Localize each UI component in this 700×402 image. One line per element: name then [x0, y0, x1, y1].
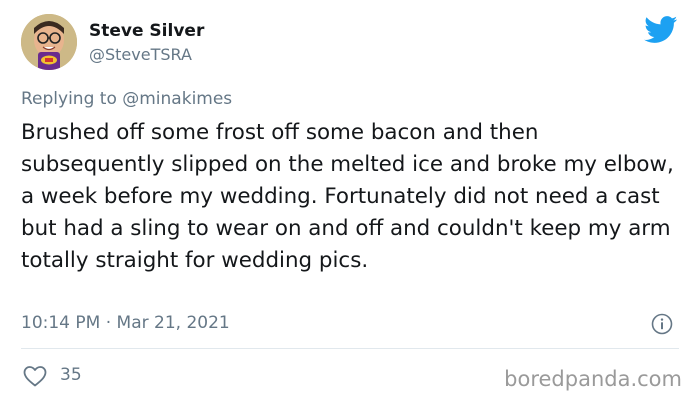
avatar[interactable] [21, 14, 77, 70]
info-icon[interactable] [651, 313, 673, 335]
meta-separator: · [100, 313, 117, 333]
divider [21, 348, 679, 349]
tweet-text: Brushed off some frost off some bacon an… [21, 120, 674, 273]
replying-to: Replying to @minakimes [21, 88, 232, 110]
author-handle[interactable]: @SteveTSRA [89, 45, 192, 65]
author-name[interactable]: Steve Silver [89, 20, 204, 42]
watermark: boredpanda.com [504, 367, 682, 391]
twitter-bird-icon[interactable] [644, 16, 678, 44]
tweet-date: Mar 21, 2021 [116, 313, 230, 333]
tweet-timestamp[interactable]: 10:14 PM · Mar 21, 2021 [21, 312, 230, 334]
heart-icon[interactable] [22, 364, 48, 388]
replying-prefix: Replying to [21, 89, 123, 109]
mention-link[interactable]: @minakimes [122, 89, 232, 109]
like-count: 35 [60, 365, 82, 385]
tweet-time: 10:14 PM [21, 313, 101, 333]
